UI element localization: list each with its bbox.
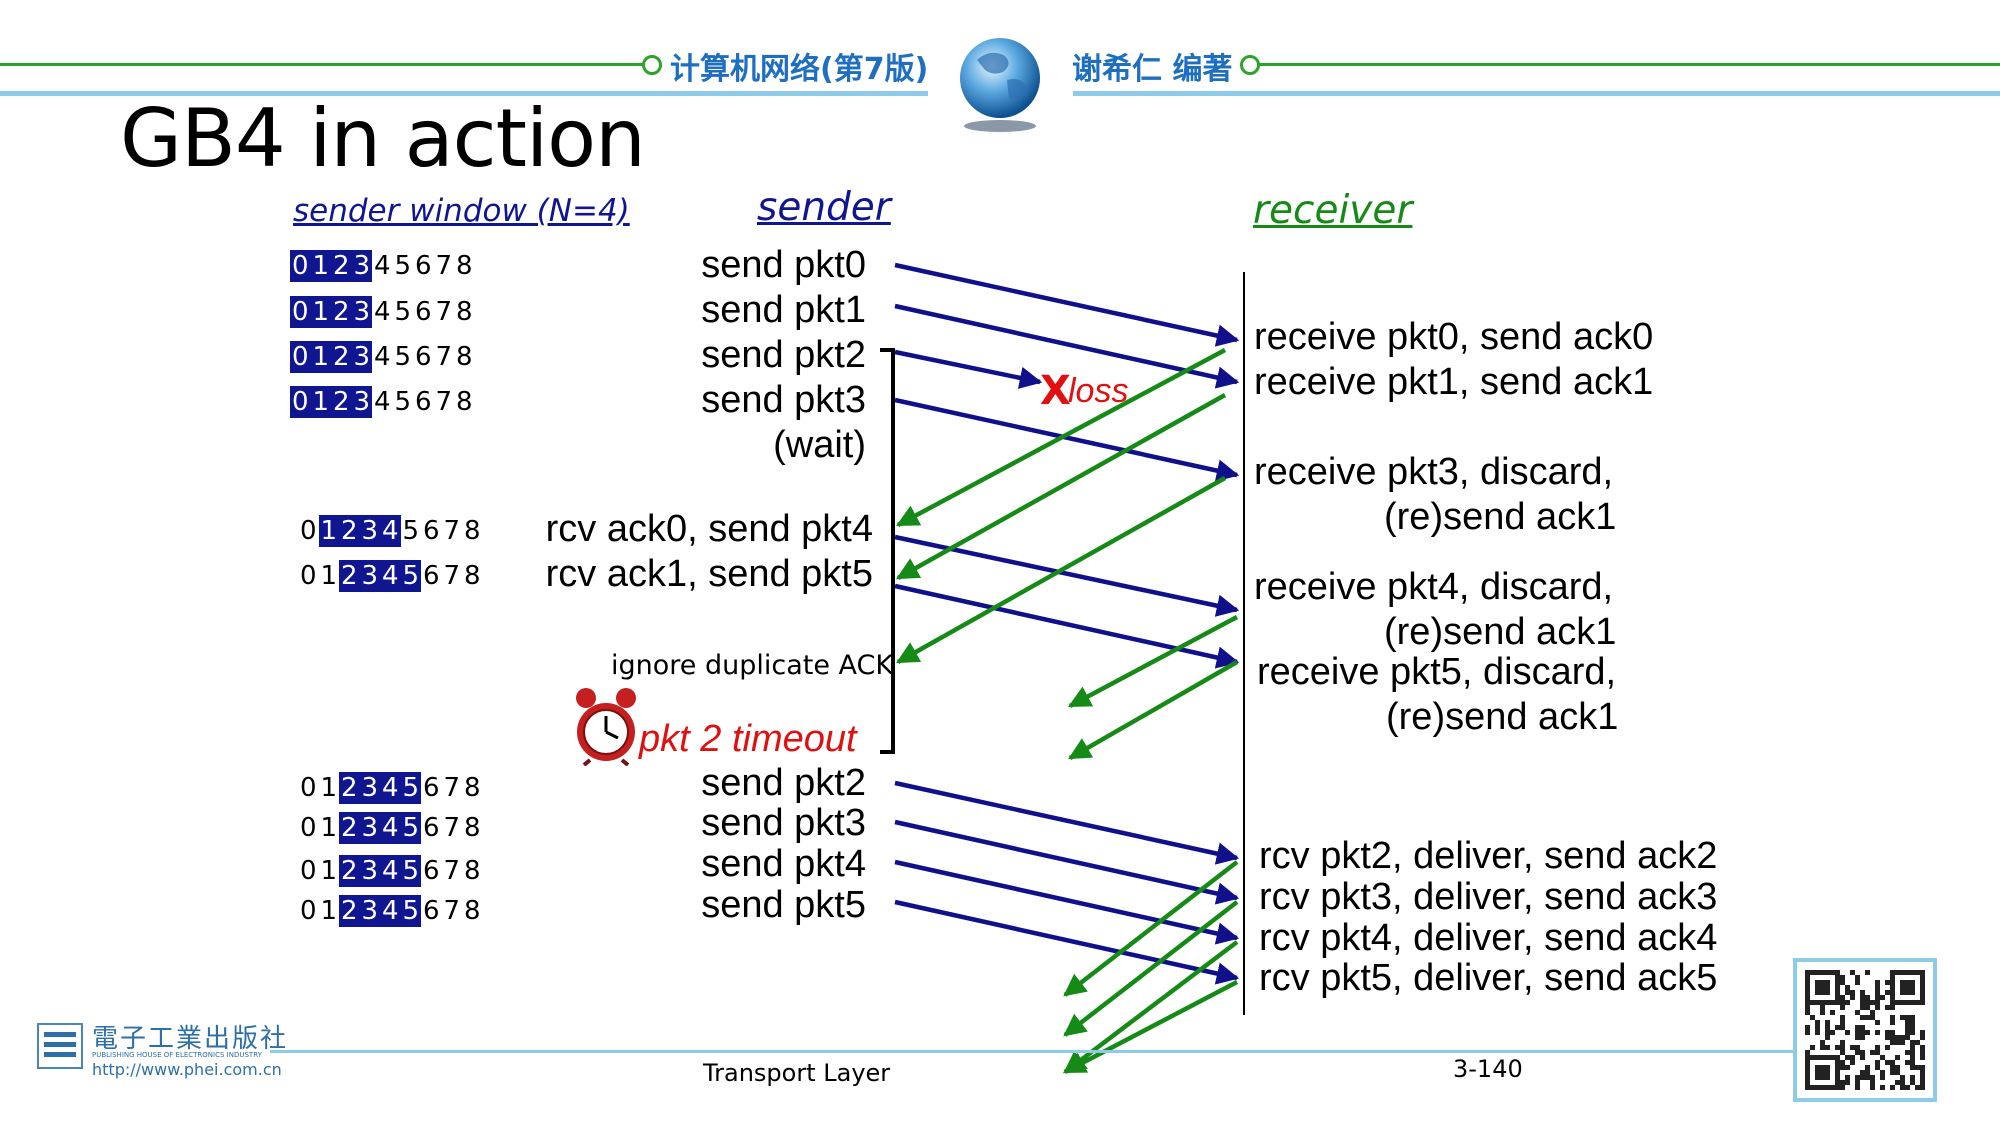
footer-rule	[270, 1050, 1795, 1053]
publisher-name-en: PUBLISHING HOUSE OF ELECTRONICS INDUSTRY	[92, 1051, 262, 1059]
publisher-url[interactable]: http://www.phei.com.cn	[92, 1060, 282, 1079]
publisher-logo-icon	[37, 1023, 83, 1069]
data-packet-arrow	[894, 819, 1240, 905]
ack-arrow	[1068, 660, 1239, 760]
qr-code	[1793, 958, 1937, 1102]
publisher-name-cn: 電子工業出版社	[92, 1024, 289, 1054]
ack-arrow	[896, 348, 1227, 527]
data-packet-arrow	[894, 349, 1043, 389]
data-packet-arrow	[894, 262, 1240, 347]
ack-arrow	[1063, 900, 1239, 1037]
ack-arrow	[1063, 980, 1239, 1074]
message-arrows	[880, 262, 1245, 1074]
footer-section: Transport Layer	[703, 1059, 891, 1087]
ack-arrow	[896, 476, 1227, 664]
ack-arrow	[896, 393, 1227, 580]
qr-code-pattern	[1805, 970, 1925, 1090]
data-packet-arrow	[894, 780, 1240, 865]
page-number: 3-140	[1453, 1055, 1523, 1083]
ack-arrow	[1063, 860, 1239, 997]
timeout-bracket	[880, 348, 895, 754]
